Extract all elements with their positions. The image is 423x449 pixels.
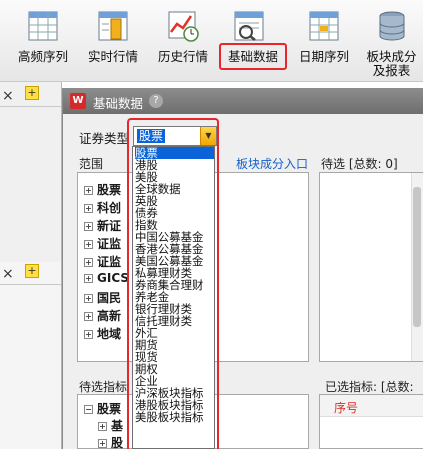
dialog-titlebar[interactable]: W 基础数据 ? <box>63 88 423 114</box>
dropdown-option[interactable]: 港股板块指标 <box>135 399 214 411</box>
expand-icon[interactable]: + <box>84 258 93 267</box>
tree-node[interactable]: + 地域 <box>84 325 121 341</box>
dropdown-option[interactable]: 外汇 <box>135 327 214 339</box>
selected-indicator-table[interactable]: 序号 <box>319 394 423 449</box>
security-type-dropdown-list[interactable]: 股票 港股 美股 全球数据 英股 债券 指数 中国公募基金 香港公募基金 美国公… <box>132 146 215 449</box>
add-tab-button[interactable]: + <box>25 264 39 278</box>
toolbar-basic-data[interactable]: 基础数据 <box>219 43 287 70</box>
dropdown-option[interactable]: 养老金 <box>135 291 214 303</box>
add-tab-button[interactable]: + <box>25 86 39 100</box>
expand-icon[interactable]: + <box>84 240 93 249</box>
dropdown-option[interactable]: 港股 <box>135 159 214 171</box>
toolbar-label: 日期序列 <box>298 49 349 64</box>
dropdown-option[interactable]: 私募理财类 <box>135 267 214 279</box>
dropdown-option[interactable]: 股票 <box>135 147 214 159</box>
dropdown-option[interactable]: 现货 <box>135 351 214 363</box>
expand-icon[interactable]: + <box>84 312 93 321</box>
toolbar-date-series[interactable]: 日期序列 <box>293 0 355 82</box>
column-header-seq[interactable]: 序号 <box>334 399 358 416</box>
pending-list[interactable] <box>319 172 423 362</box>
expand-icon[interactable]: + <box>84 294 93 303</box>
expand-icon[interactable]: + <box>84 204 93 213</box>
main-toolbar: 高频序列 实时行情 历史行情 基础数据 日期序列 板块成分 及报表 <box>0 0 423 82</box>
realtime-quote-icon <box>98 11 128 41</box>
dropdown-option[interactable]: 信托理财类 <box>135 315 214 327</box>
dropdown-option[interactable]: 沪深板块指标 <box>135 387 214 399</box>
tree-node[interactable]: + 新证 <box>84 217 121 233</box>
tree-node[interactable]: + 基 <box>98 417 123 433</box>
history-chart-icon <box>168 11 199 42</box>
expand-icon[interactable]: + <box>98 439 107 448</box>
help-icon[interactable]: ? <box>149 94 163 108</box>
range-label: 范围 <box>79 157 104 171</box>
dropdown-option[interactable]: 中国公募基金 <box>135 231 214 243</box>
selected-indicator-label: 已选指标: [总数: <box>325 380 414 394</box>
tree-node[interactable]: + 证监 <box>84 253 121 269</box>
collapse-icon[interactable]: − <box>84 405 93 414</box>
expand-icon[interactable]: + <box>84 222 93 231</box>
tree-node[interactable]: + 高新 <box>84 307 121 323</box>
expand-icon[interactable]: + <box>84 274 93 283</box>
toolbar-realtime-quote[interactable]: 实时行情 <box>82 0 144 82</box>
dropdown-option[interactable]: 指数 <box>135 219 214 231</box>
basic-data-dialog: W 基础数据 ? 证券类型 股票 ▼ 范围 板块成分入口 待选 [总数: 0] … <box>62 88 423 449</box>
toolbar-label: 高频序列 <box>17 49 68 64</box>
expand-icon[interactable]: + <box>84 186 93 195</box>
divider <box>0 106 61 107</box>
database-icon <box>379 11 405 41</box>
dropdown-option[interactable]: 券商集合理财 <box>135 279 214 291</box>
basic-data-icon <box>234 11 264 41</box>
tree-node[interactable]: + 股 <box>98 434 123 449</box>
dropdown-option[interactable]: 企业 <box>135 375 214 387</box>
dropdown-option[interactable]: 期权 <box>135 363 214 375</box>
pending-label: 待选 [总数: 0] <box>321 157 398 171</box>
toolbar-label: 历史行情 <box>157 49 208 64</box>
tree-node[interactable]: − 股票 <box>84 400 121 416</box>
close-icon[interactable]: × <box>2 88 14 104</box>
tree-node[interactable]: + 科创 <box>84 199 121 215</box>
security-type-label: 证券类型 <box>79 131 130 146</box>
scrollbar[interactable] <box>411 173 423 361</box>
dropdown-option[interactable]: 期货 <box>135 339 214 351</box>
toolbar-sector-components[interactable]: 板块成分 及报表 <box>360 0 423 82</box>
dropdown-option[interactable]: 全球数据 <box>135 183 214 195</box>
dropdown-option[interactable]: 银行理财类 <box>135 303 214 315</box>
expand-icon[interactable]: + <box>84 330 93 339</box>
toolbar-history-quote[interactable]: 历史行情 <box>150 0 216 82</box>
tree-node[interactable]: + GICS <box>84 271 129 287</box>
dropdown-option[interactable]: 美股板块指标 <box>135 411 214 423</box>
dropdown-option[interactable]: 美国公募基金 <box>135 255 214 267</box>
spreadsheet-icon <box>28 11 58 41</box>
left-panel-top: × + <box>0 82 62 262</box>
tree-node[interactable]: + 证监 <box>84 235 121 251</box>
date-series-icon <box>309 11 339 41</box>
dropdown-option[interactable]: 美股 <box>135 171 214 183</box>
block-components-link[interactable]: 板块成分入口 <box>236 155 308 172</box>
close-icon[interactable]: × <box>2 266 14 282</box>
scrollbar-thumb[interactable] <box>413 187 421 327</box>
divider <box>0 284 61 285</box>
toolbar-label-line2: 及报表 <box>372 63 411 78</box>
tree-node[interactable]: + 股票 <box>84 181 121 197</box>
toolbar-label: 实时行情 <box>87 49 138 64</box>
dropdown-option[interactable]: 债券 <box>135 207 214 219</box>
dialog-title: 基础数据 <box>93 96 144 111</box>
dropdown-option[interactable]: 香港公募基金 <box>135 243 214 255</box>
expand-icon[interactable]: + <box>98 422 107 431</box>
indicator-label: 待选指标 <box>79 380 128 394</box>
dropdown-option[interactable]: 英股 <box>135 195 214 207</box>
tree-node[interactable]: + 国民 <box>84 289 121 305</box>
left-panel-bottom: × + <box>0 262 62 449</box>
table-header: 序号 <box>320 395 423 417</box>
toolbar-label: 基础数据 <box>227 49 278 64</box>
toolbar-label-line1: 板块成分 <box>366 49 417 64</box>
app-logo-icon: W <box>70 93 86 109</box>
toolbar-high-frequency-series[interactable]: 高频序列 <box>10 0 76 82</box>
